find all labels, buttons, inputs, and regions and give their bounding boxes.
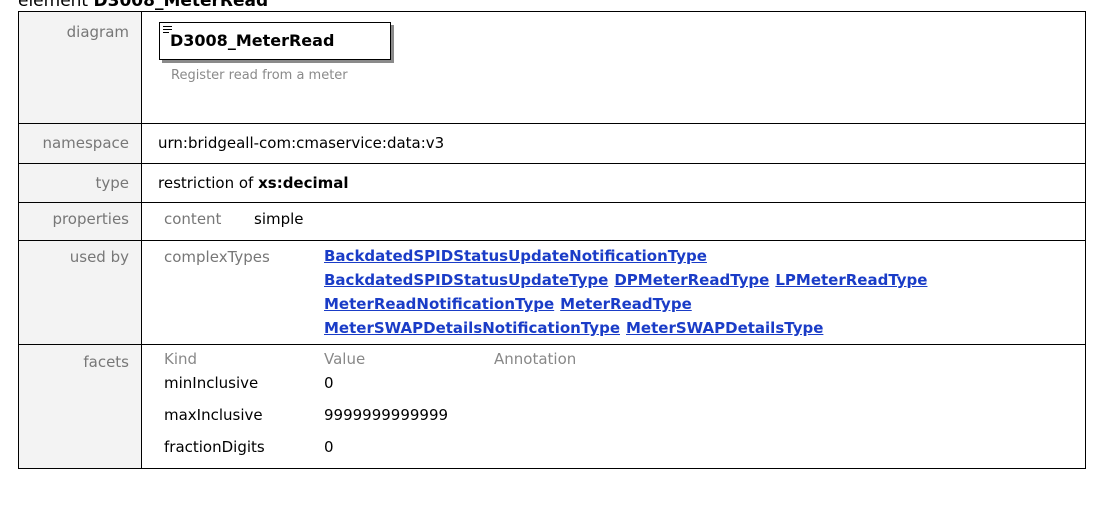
label-namespace-text: namespace bbox=[42, 134, 129, 152]
link-meter-swap-details-notification-type[interactable]: MeterSWAPDetailsNotificationType bbox=[324, 319, 620, 337]
label-properties: properties bbox=[18, 202, 142, 241]
facet-row: minInclusive 0 bbox=[158, 372, 694, 404]
facet-annotation bbox=[494, 436, 694, 468]
facets-header-annotation: Annotation bbox=[494, 350, 577, 368]
link-meter-swap-details-type[interactable]: MeterSWAPDetailsType bbox=[626, 319, 823, 337]
label-diagram: diagram bbox=[18, 11, 142, 124]
facet-annotation bbox=[494, 372, 694, 404]
diagram-element-title: D3008_MeterRead bbox=[170, 31, 335, 50]
facets-header-row: Kind Value Annotation bbox=[158, 350, 694, 372]
type-prefix: restriction of bbox=[158, 174, 254, 192]
label-diagram-text: diagram bbox=[66, 23, 129, 41]
page-heading: element D3008_MeterRead bbox=[18, 0, 268, 11]
properties-cell: content simple bbox=[141, 202, 1086, 241]
heading-prefix: element bbox=[18, 0, 89, 11]
row-namespace: namespace urn:bridgeall-com:cmaservice:d… bbox=[18, 123, 1086, 164]
used-by-key: complexTypes bbox=[164, 248, 270, 266]
label-facets: facets bbox=[18, 344, 142, 469]
facets-header-value: Value bbox=[324, 350, 366, 368]
row-diagram: diagram D3008_MeterRead Register read fr… bbox=[18, 11, 1086, 124]
facet-kind: maxInclusive bbox=[164, 406, 263, 424]
used-by-links: BackdatedSPIDStatusUpdateNotificationTyp… bbox=[324, 244, 933, 340]
facet-annotation bbox=[494, 404, 694, 436]
properties-value: simple bbox=[254, 210, 304, 228]
link-backdated-spid-status-update-type[interactable]: BackdatedSPIDStatusUpdateType bbox=[324, 271, 608, 289]
facet-kind: minInclusive bbox=[164, 374, 259, 392]
facet-row: maxInclusive 9999999999999 bbox=[158, 404, 694, 436]
label-type-text: type bbox=[95, 174, 129, 192]
namespace-value: urn:bridgeall-com:cmaservice:data:v3 bbox=[158, 134, 445, 152]
label-namespace: namespace bbox=[18, 123, 142, 164]
heading-element-name: D3008_MeterRead bbox=[93, 0, 269, 11]
facet-row: fractionDigits 0 bbox=[158, 436, 694, 468]
diagram-caption: Register read from a meter bbox=[171, 68, 348, 83]
diagram-cell: D3008_MeterRead Register read from a met… bbox=[141, 11, 1086, 124]
facet-value: 9999999999999 bbox=[324, 406, 449, 424]
type-cell: restriction of xs:decimal bbox=[141, 163, 1086, 203]
row-properties: properties content simple bbox=[18, 202, 1086, 241]
label-used-by-text: used by bbox=[69, 248, 129, 266]
label-properties-text: properties bbox=[52, 210, 129, 228]
facet-kind: fractionDigits bbox=[164, 438, 265, 456]
row-type: type restriction of xs:decimal bbox=[18, 163, 1086, 203]
link-meter-read-notification-type[interactable]: MeterReadNotificationType bbox=[324, 295, 554, 313]
facet-value: 0 bbox=[324, 374, 334, 392]
facets-table: Kind Value Annotation minInclusive 0 max… bbox=[158, 350, 694, 468]
label-used-by: used by bbox=[18, 240, 142, 345]
facets-header-kind: Kind bbox=[164, 350, 198, 368]
sequence-lines-icon bbox=[163, 26, 172, 35]
element-doc-table: diagram D3008_MeterRead Register read fr… bbox=[18, 11, 1086, 469]
link-dp-meter-read-type[interactable]: DPMeterReadType bbox=[614, 271, 769, 289]
diagram-element-box[interactable]: D3008_MeterRead bbox=[159, 22, 391, 60]
type-base: xs:decimal bbox=[258, 174, 349, 192]
properties-key: content bbox=[164, 210, 222, 228]
facets-cell: Kind Value Annotation minInclusive 0 max… bbox=[141, 344, 1086, 469]
label-type: type bbox=[18, 163, 142, 203]
row-facets: facets Kind Value Annotation minInclusiv… bbox=[18, 344, 1086, 469]
link-backdated-spid-status-update-notification-type[interactable]: BackdatedSPIDStatusUpdateNotificationTyp… bbox=[324, 247, 707, 265]
link-lp-meter-read-type[interactable]: LPMeterReadType bbox=[775, 271, 927, 289]
used-by-cell: complexTypes BackdatedSPIDStatusUpdateNo… bbox=[141, 240, 1086, 345]
row-used-by: used by complexTypes BackdatedSPIDStatus… bbox=[18, 240, 1086, 345]
namespace-cell: urn:bridgeall-com:cmaservice:data:v3 bbox=[141, 123, 1086, 164]
link-meter-read-type[interactable]: MeterReadType bbox=[560, 295, 692, 313]
facet-value: 0 bbox=[324, 438, 334, 456]
label-facets-text: facets bbox=[83, 353, 129, 371]
